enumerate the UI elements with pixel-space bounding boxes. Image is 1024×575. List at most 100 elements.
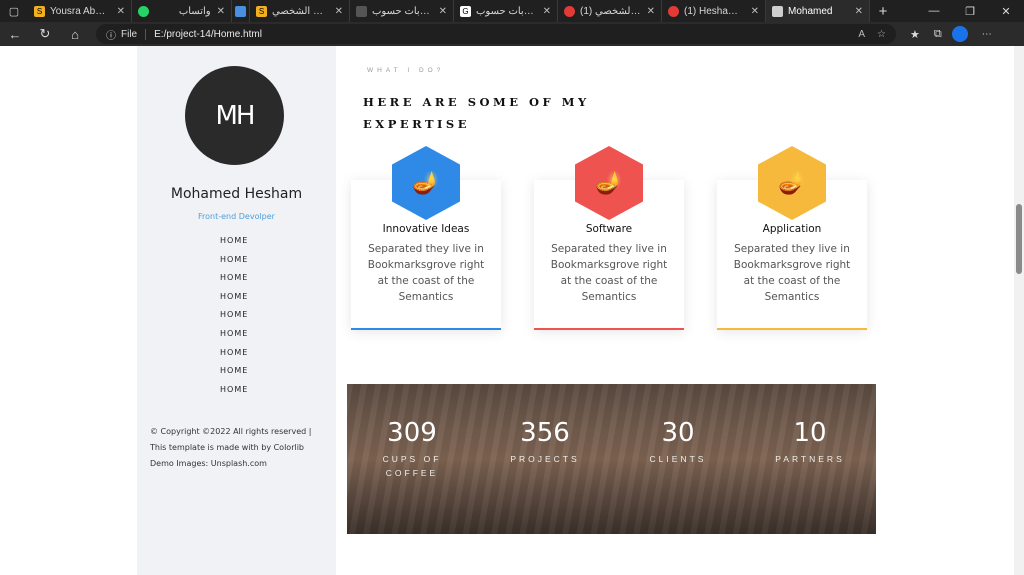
browser-tab[interactable]: G حسابات حسوب - · ✕ — [454, 0, 558, 22]
stat-item: 309 CUPS OF COFFEE — [362, 418, 462, 480]
stats-banner: 309 CUPS OF COFFEE 356 PROJECTS 30 CLIEN… — [347, 384, 876, 534]
address-bar[interactable]: ⓘ File E:/project-14/Home.html A ☆ — [96, 24, 896, 44]
profile-name: Mohamed Hesham — [170, 186, 303, 202]
tab-title: (1) ملفي الشخصي — [580, 5, 641, 17]
menu-item[interactable]: HOME — [220, 273, 248, 292]
profile-avatar[interactable] — [951, 26, 968, 42]
browser-tab[interactable]: (1) ملفي الشخصي ✕ — [558, 0, 662, 22]
refresh-icon[interactable]: ↻ — [30, 26, 60, 42]
sidebar-menu: HOME HOME HOME HOME HOME HOME HOME HOME … — [220, 236, 248, 403]
stat-value: 30 — [661, 418, 695, 448]
menu-item[interactable]: HOME — [220, 236, 248, 255]
card-accent-bar — [351, 328, 501, 330]
tab-favicon-icon — [356, 5, 367, 17]
menu-item[interactable]: HOME — [220, 385, 248, 404]
service-title: Software — [585, 223, 633, 235]
tab-title: حسابات حسوب - - — [372, 5, 433, 17]
whatsapp-icon — [138, 5, 149, 17]
service-card: 🪔 Innovative Ideas Separated they live i… — [351, 146, 501, 330]
service-description: Separated they live in Bookmarksgrove ri… — [367, 243, 485, 303]
menu-item[interactable]: HOME — [220, 348, 248, 367]
browser-tab-active[interactable]: Mohamed ✕ — [766, 0, 870, 22]
card-accent-bar — [534, 328, 684, 330]
browser-tab[interactable] — [232, 0, 250, 22]
menu-item[interactable]: HOME — [220, 255, 248, 274]
stat-value: 309 — [387, 418, 437, 448]
browser-tab[interactable]: حسابات حسوب - - ✕ — [350, 0, 454, 22]
browser-tab[interactable]: واتساب ✕ — [132, 0, 232, 22]
tab-close-icon[interactable]: ✕ — [647, 6, 655, 17]
page-content: MH Mohamed Hesham Front-end Devolper HOM… — [0, 46, 1024, 575]
service-card: 🪔 Application Separated they live in Boo… — [717, 146, 867, 330]
stat-label: CUPS OF COFFEE — [382, 454, 442, 478]
browser-tab[interactable]: (1) Hesham Essa ✕ — [662, 0, 766, 22]
window-controls: — ❐ ✕ — [916, 5, 1024, 18]
tab-close-icon[interactable]: ✕ — [439, 6, 447, 17]
tab-close-icon[interactable]: ✕ — [855, 6, 863, 17]
stat-item: 10 PARTNERS — [760, 418, 860, 466]
lamp-icon: 🪔 — [758, 146, 826, 220]
sidebar: MH Mohamed Hesham Front-end Devolper HOM… — [137, 46, 336, 575]
lamp-icon: 🪔 — [392, 146, 460, 220]
browser-tab[interactable]: S ملفي الشخصي - - ✕ — [250, 0, 350, 22]
lamp-icon: 🪔 — [575, 146, 643, 220]
service-title: Application — [762, 223, 822, 235]
menu-item[interactable]: HOME — [220, 310, 248, 329]
more-menu-icon[interactable]: ⋯ — [982, 29, 992, 40]
minimize-icon[interactable]: — — [916, 5, 952, 18]
browser-tab-bar: ▢ S Yousra Abdulaziz ✕ واتساب ✕ S ملفي ا… — [0, 0, 1024, 22]
card-accent-bar — [717, 328, 867, 330]
menu-item[interactable]: HOME — [220, 366, 248, 385]
info-icon[interactable]: ⓘ — [106, 27, 116, 42]
menu-item[interactable]: HOME — [220, 329, 248, 348]
page-scrollbar[interactable] — [1014, 46, 1024, 575]
tab-favicon-icon — [668, 5, 679, 17]
service-description: Separated they live in Bookmarksgrove ri… — [550, 243, 668, 303]
url-text[interactable]: E:/project-14/Home.html — [154, 29, 262, 40]
tab-title: Mohamed — [788, 5, 833, 17]
tab-close-icon[interactable]: ✕ — [217, 6, 225, 17]
tab-title: حسابات حسوب - · — [476, 5, 537, 17]
tab-title: واتساب — [178, 5, 211, 17]
new-tab-button[interactable]: + — [870, 3, 896, 20]
section-tag: WHAT I DO? — [367, 67, 445, 74]
close-icon[interactable]: ✕ — [988, 5, 1024, 18]
favorites-icon[interactable]: ★ — [910, 28, 920, 41]
tab-title: (1) Hesham Essa — [684, 5, 745, 17]
browser-toolbar: ← ↻ ⌂ ⓘ File E:/project-14/Home.html A ☆… — [0, 22, 1024, 46]
section-title: HERE ARE SOME OF MY EXPERTISE — [363, 95, 590, 131]
stat-value: 356 — [520, 418, 570, 448]
tab-close-icon[interactable]: ✕ — [335, 6, 343, 17]
google-icon: G — [460, 5, 471, 17]
service-title: Innovative Ideas — [382, 223, 470, 235]
stat-label: PROJECTS — [510, 454, 580, 464]
stat-item: 356 PROJECTS — [495, 418, 595, 466]
stat-label: PARTNERS — [775, 454, 845, 464]
tab-close-icon[interactable]: ✕ — [751, 6, 759, 17]
scrollbar-thumb[interactable] — [1016, 204, 1022, 274]
tab-title: ملفي الشخصي - - — [272, 5, 329, 17]
copyright-text: © Copyright ©2022 All rights reserved | … — [150, 427, 312, 468]
stat-label: CLIENTS — [649, 454, 707, 464]
scheme-label: File — [121, 28, 147, 40]
tab-close-icon[interactable]: ✕ — [117, 6, 125, 17]
tab-favicon-icon — [564, 5, 575, 17]
profile-role[interactable]: Front-end Devolper — [137, 212, 336, 221]
logo-avatar: MH — [185, 66, 284, 165]
service-description: Separated they live in Bookmarksgrove ri… — [733, 243, 851, 303]
tab-actions-icon[interactable]: ▢ — [0, 0, 28, 22]
home-icon[interactable]: ⌂ — [60, 27, 90, 42]
read-aloud-icon[interactable]: A — [858, 29, 865, 40]
document-icon — [772, 5, 783, 17]
tab-title: Yousra Abdulaziz — [50, 5, 111, 17]
maximize-icon[interactable]: ❐ — [952, 5, 988, 18]
tab-favicon-icon: S — [256, 5, 267, 17]
favorite-star-icon[interactable]: ☆ — [877, 29, 886, 40]
browser-tab[interactable]: S Yousra Abdulaziz ✕ — [28, 0, 132, 22]
tab-close-icon[interactable]: ✕ — [543, 6, 551, 17]
stat-item: 30 CLIENTS — [628, 418, 728, 466]
back-icon[interactable]: ← — [0, 27, 30, 42]
service-card: 🪔 Software Separated they live in Bookma… — [534, 146, 684, 330]
collections-icon[interactable]: ⧉ — [934, 28, 942, 41]
menu-item[interactable]: HOME — [220, 292, 248, 311]
